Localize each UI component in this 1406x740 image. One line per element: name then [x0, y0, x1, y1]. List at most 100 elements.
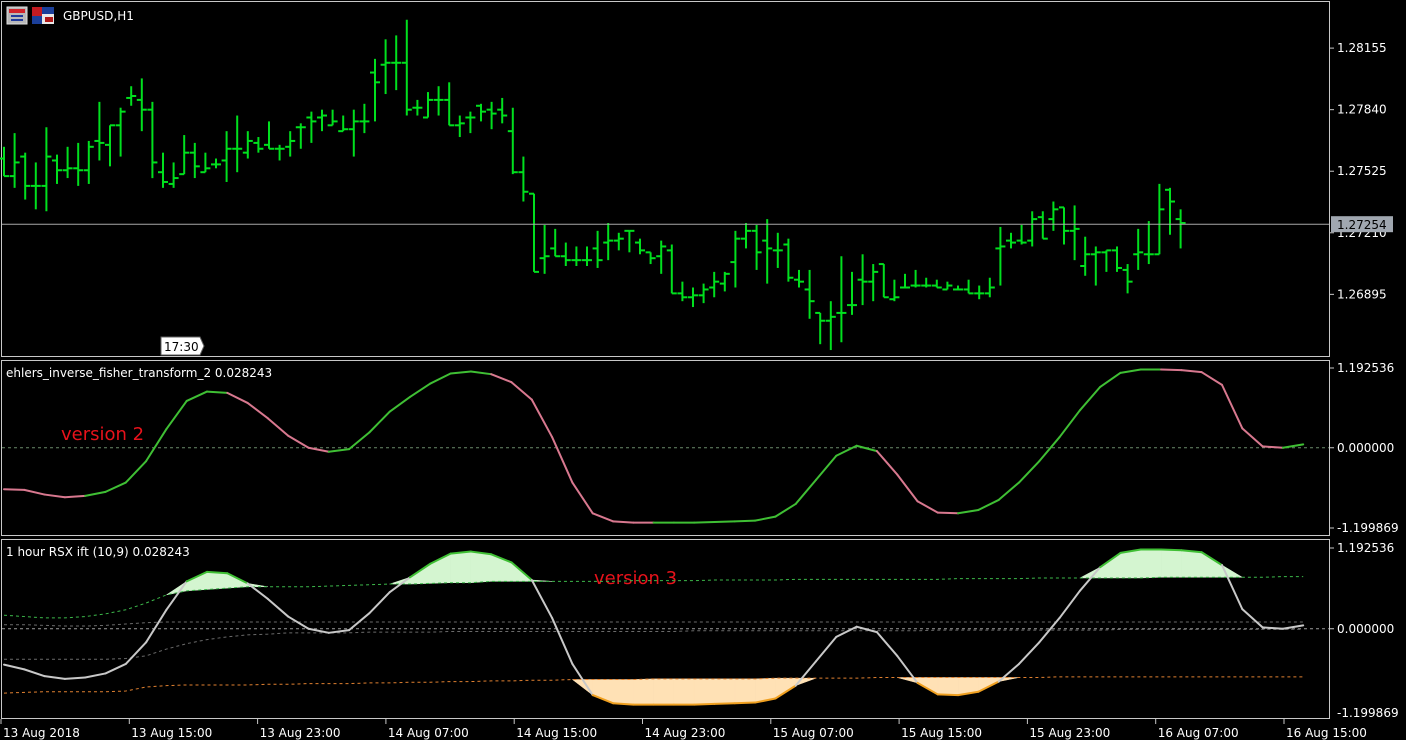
rsx-segment: [693, 702, 716, 706]
rsx-segment: [1078, 566, 1102, 592]
price-bar: [624, 229, 635, 253]
ift-segment: [327, 448, 351, 453]
price-bar: [1037, 211, 1048, 240]
rsx-segment: [104, 662, 127, 675]
price-bar: [444, 82, 455, 127]
price-bar: [772, 232, 783, 268]
price-bar: [359, 103, 370, 134]
ift-segment: [815, 454, 838, 481]
ift-segment: [916, 500, 939, 514]
ift-segment: [1180, 369, 1203, 374]
rsx-segment: [530, 578, 554, 619]
price-bar: [73, 142, 84, 186]
ift-segment: [733, 519, 757, 523]
ift-segment: [469, 370, 493, 376]
price-bar: [1133, 228, 1144, 270]
ift-segment: [977, 498, 1000, 511]
ift-segment: [1221, 383, 1244, 430]
rsx-panel-title: 1 hour RSX ift (10,9) 0.028243: [6, 545, 190, 559]
rsx-segment: [1281, 624, 1305, 630]
price-bar: [751, 224, 762, 270]
price-bar: [931, 279, 942, 289]
price-bar: [1027, 211, 1038, 247]
price-bar: [698, 283, 709, 304]
price-bar: [1154, 183, 1165, 256]
price-bar: [168, 162, 179, 188]
time-tick-label: 15 Aug 23:00: [1029, 726, 1110, 740]
rsx-segment: [307, 627, 330, 634]
oversold-fill: [937, 677, 959, 696]
price-bar: [274, 144, 285, 161]
price-bar: [179, 135, 190, 176]
ift-panel-title: ehlers_inverse_fisher_transform_2 0.0282…: [6, 366, 272, 380]
ift-segment: [754, 515, 777, 522]
ift-segment: [936, 511, 960, 515]
price-bar: [200, 152, 211, 174]
ift-segment: [287, 434, 310, 449]
overbought-fill: [1160, 549, 1182, 578]
ift-segment: [3, 488, 26, 491]
ift-segment: [1038, 436, 1061, 463]
oversold-fill: [633, 678, 654, 705]
price-bar: [1059, 206, 1069, 245]
price-bar: [635, 238, 645, 255]
time-marker[interactable]: 17:30: [160, 336, 205, 356]
ift-tick-label: 0.000000: [1337, 441, 1394, 455]
price-bar: [306, 111, 317, 143]
rsx-segment: [287, 615, 310, 630]
price-bar: [592, 230, 603, 268]
price-bar: [783, 238, 794, 282]
price-bar: [857, 254, 868, 306]
rsx-segment: [1058, 589, 1081, 619]
price-bar: [868, 264, 879, 302]
rsx-segment: [1261, 626, 1284, 630]
price-bar: [963, 279, 974, 295]
rsx-segment: [145, 608, 168, 644]
rsx-annotation: version 3: [594, 568, 677, 589]
ift-segment: [571, 481, 594, 515]
symbol-flag-icon[interactable]: [32, 7, 54, 24]
price-bar: [147, 101, 158, 179]
price-bar: [497, 97, 508, 124]
price-bar: [423, 92, 433, 119]
ift-segment: [1160, 368, 1183, 372]
time-tick-label: 13 Aug 15:00: [131, 726, 212, 740]
price-bar: [1080, 236, 1091, 276]
rsx-axis: 1.192536 0.000000: [1329, 541, 1394, 636]
svg-text:17:30: 17:30: [164, 340, 199, 354]
price-bar: [984, 277, 995, 298]
price-axis: 1.281551.278401.275251.272101.26895: [1329, 41, 1387, 301]
ift-segment: [1281, 443, 1305, 449]
price-bar: [539, 224, 550, 274]
ift-segment: [185, 390, 208, 402]
ift-segment: [348, 431, 371, 451]
time-tick-label: 16 Aug 07:00: [1158, 726, 1239, 740]
overbought-fill: [206, 571, 228, 590]
price-bar: [709, 271, 720, 298]
price-bar: [804, 269, 815, 319]
price-bar: [1048, 201, 1059, 231]
ift-segment: [449, 370, 472, 375]
time-tick-label: 14 Aug 15:00: [516, 726, 597, 740]
overbought-fill: [1181, 549, 1202, 578]
price-bar: [825, 301, 836, 351]
ift-segment: [1119, 368, 1142, 374]
ift-segment: [409, 382, 432, 398]
oversold-fill: [714, 678, 736, 705]
rsx-segment: [165, 580, 188, 611]
price-bar: [295, 123, 306, 149]
price-tick-label: 1.28155: [1337, 41, 1387, 55]
rsx-aux-level: [4, 628, 1304, 660]
chart-window-icon[interactable]: [6, 6, 28, 25]
price-bar: [1101, 249, 1112, 272]
trading-chart[interactable]: GBPUSD,H1 1.281551.278401.275251.272101.…: [0, 0, 1406, 740]
price-bar: [370, 58, 380, 122]
time-axis: 13 Aug 2018 13 Aug 15:00 13 Aug 23:00 14 Au…: [0, 719, 1367, 740]
rsx-segment: [3, 663, 26, 671]
rsx-min-tick: -1.199869: [1337, 706, 1399, 720]
ift-segment: [551, 436, 574, 484]
price-bar: [878, 263, 889, 299]
ift-segment: [307, 446, 330, 453]
ift-tick-label: 1.192536: [1337, 361, 1394, 375]
price-bar: [486, 101, 497, 130]
